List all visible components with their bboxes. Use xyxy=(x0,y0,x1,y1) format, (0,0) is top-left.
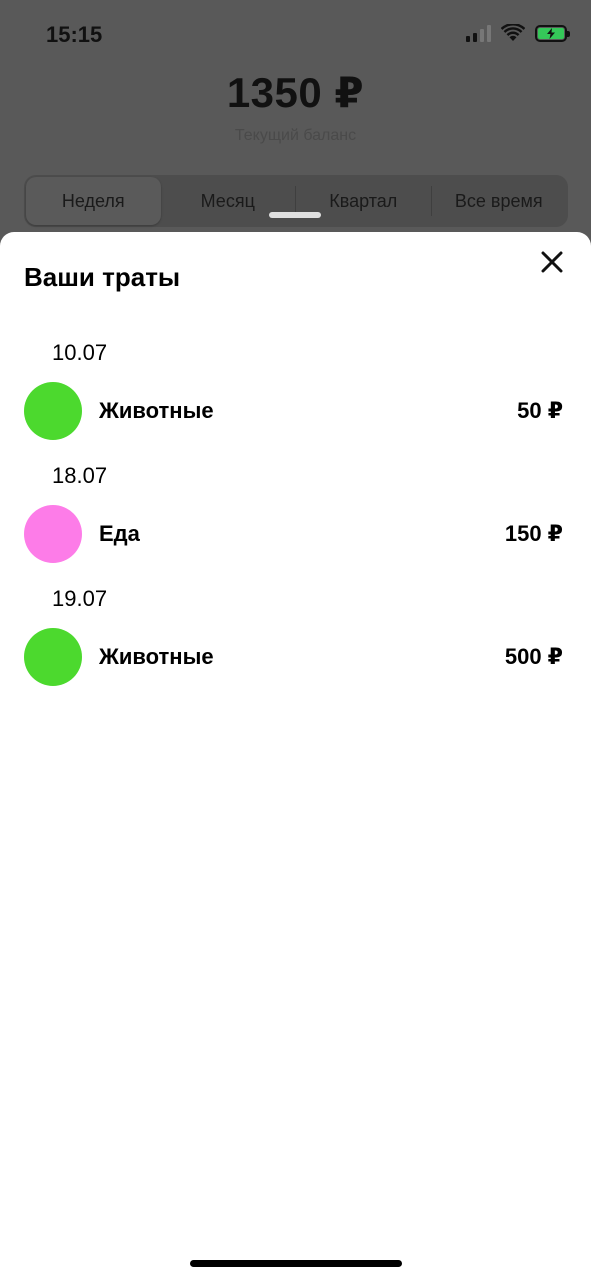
expense-amount: 150 ₽ xyxy=(504,521,563,546)
wifi-icon xyxy=(501,24,525,41)
expense-amount: 50 ₽ xyxy=(517,398,563,423)
expense-category: Еда xyxy=(99,521,140,546)
expense-date: 18.07 xyxy=(52,463,108,488)
sheet-drag-handle[interactable] xyxy=(269,212,321,218)
expense-amount: 500 ₽ xyxy=(504,644,563,669)
status-time: 15:15 xyxy=(46,22,103,47)
expense-list: 10.07 Животные 50 ₽ 18.07 Еда 150 ₽ 19.0… xyxy=(0,336,591,705)
category-color-dot xyxy=(24,505,82,563)
balance-amount: 1350 ₽ xyxy=(226,69,365,116)
expenses-sheet: Ваши траты 10.07 Животные 50 ₽ 18.07 Еда… xyxy=(0,232,591,1280)
category-color-dot xyxy=(24,628,82,686)
expense-entry: 10.07 Животные 50 ₽ xyxy=(0,336,591,459)
expense-entry: 18.07 Еда 150 ₽ xyxy=(0,459,591,582)
status-bar: 15:15 xyxy=(0,0,591,72)
home-indicator xyxy=(190,1260,402,1267)
category-color-dot xyxy=(24,382,82,440)
expense-date: 10.07 xyxy=(52,340,108,365)
status-icons xyxy=(466,24,570,42)
expense-row[interactable]: Животные 50 ₽ xyxy=(0,382,591,440)
period-week[interactable]: Неделя xyxy=(26,177,161,225)
expense-category: Животные xyxy=(99,644,214,669)
expense-entry: 19.07 Животные 500 ₽ xyxy=(0,582,591,705)
expense-row[interactable]: Еда 150 ₽ xyxy=(0,505,591,563)
expense-date: 19.07 xyxy=(52,586,108,611)
close-button[interactable] xyxy=(536,246,568,278)
sheet-title: Ваши траты xyxy=(24,262,181,292)
expense-category: Животные xyxy=(99,398,214,423)
close-icon xyxy=(541,251,563,273)
period-selector: Неделя Месяц Квартал Все время xyxy=(24,175,568,227)
balance-section: 1350 ₽ Текущий баланс xyxy=(0,68,591,145)
expense-row[interactable]: Животные 500 ₽ xyxy=(0,628,591,686)
balance-label: Текущий баланс xyxy=(234,127,357,144)
period-all-time[interactable]: Все время xyxy=(432,177,567,225)
battery-icon xyxy=(535,24,570,42)
cellular-signal-icon xyxy=(466,24,491,42)
